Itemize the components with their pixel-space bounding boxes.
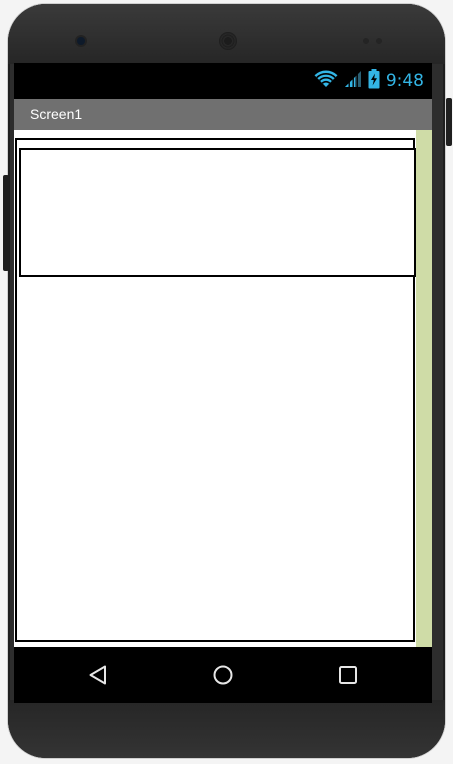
signal-icon [344, 70, 362, 93]
back-icon [89, 665, 106, 685]
wifi-icon [314, 70, 338, 93]
screen-title: Screen1 [30, 106, 83, 122]
status-time: 9:48 [385, 71, 424, 91]
status-bar: 9:48 [14, 63, 432, 99]
light-sensor [376, 38, 382, 44]
recent-apps-button[interactable] [334, 661, 362, 689]
phone-screen: 9:48 Screen1 [14, 63, 432, 703]
proximity-sensor [363, 38, 369, 44]
phone-bottom-bezel [8, 700, 445, 758]
front-camera [77, 37, 85, 45]
power-button [446, 98, 452, 146]
earpiece-speaker [219, 32, 237, 50]
status-icons: 9:48 [314, 68, 424, 94]
horizontal-arrangement[interactable] [19, 148, 416, 277]
back-button[interactable] [84, 661, 112, 689]
screen-content [14, 130, 432, 647]
volume-button [3, 175, 9, 271]
navigation-bar [14, 647, 432, 703]
recent-apps-icon [339, 666, 357, 684]
vertical-arrangement[interactable] [15, 138, 416, 642]
scrollbar[interactable] [416, 130, 432, 647]
battery-charging-icon [368, 68, 380, 94]
title-bar: Screen1 [14, 99, 432, 130]
home-icon [213, 665, 233, 685]
home-button[interactable] [209, 661, 237, 689]
